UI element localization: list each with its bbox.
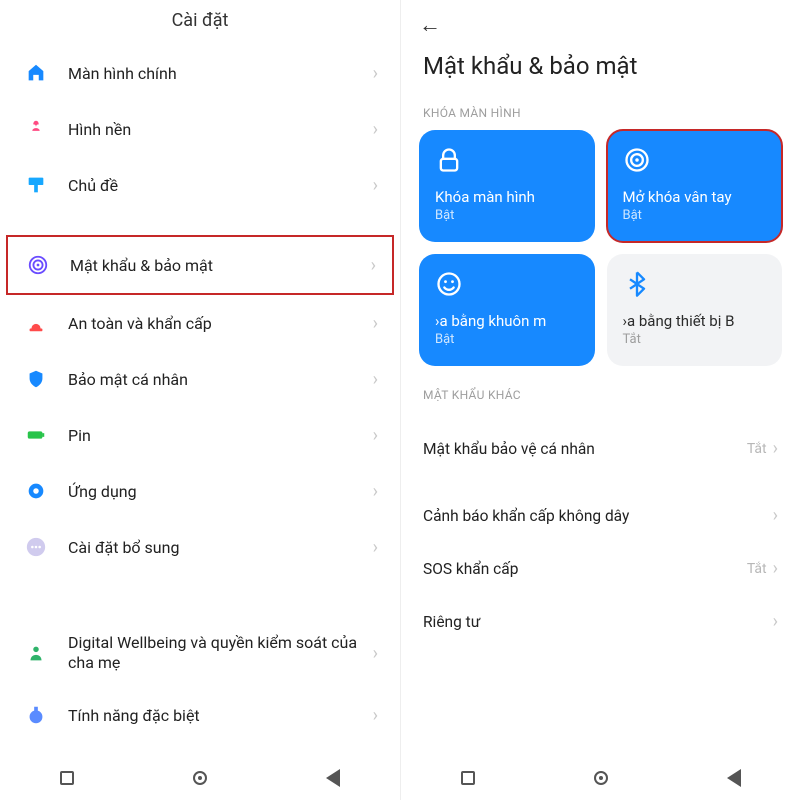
settings-item-special[interactable]: Tính năng đặc biệt › xyxy=(0,687,400,743)
chevron-right-icon: › xyxy=(373,119,378,140)
fingerprint-icon xyxy=(24,251,52,279)
settings-item-password-security[interactable]: Mật khẩu & bảo mật › xyxy=(6,235,394,295)
tile-fingerprint-unlock[interactable]: Mở khóa vân tay Bật xyxy=(607,130,783,242)
settings-list: Màn hình chính › Hình nền › Chủ đề › Mật… xyxy=(0,45,400,756)
fingerprint-ring-icon xyxy=(623,146,651,174)
nav-recent-button[interactable] xyxy=(458,768,478,788)
android-nav-bar xyxy=(401,756,800,800)
chevron-right-icon: › xyxy=(373,481,378,502)
settings-item-label: Ứng dụng xyxy=(68,482,373,501)
nav-back-button[interactable] xyxy=(724,768,744,788)
chevron-right-icon: › xyxy=(373,537,378,558)
settings-item-additional[interactable]: Cài đặt bổ sung › xyxy=(0,519,400,575)
brush-icon xyxy=(22,171,50,199)
tile-face-unlock[interactable]: ›a bằng khuôn m Bật xyxy=(419,254,595,366)
section-screen-lock-label: KHÓA MÀN HÌNH xyxy=(401,98,800,130)
shield-icon xyxy=(22,365,50,393)
siren-icon xyxy=(22,309,50,337)
flower-icon xyxy=(22,115,50,143)
chevron-right-icon: › xyxy=(373,425,378,446)
row-label: Riêng tư xyxy=(423,613,767,631)
settings-item-label: Mật khẩu & bảo mật xyxy=(70,256,371,275)
potion-icon xyxy=(22,701,50,729)
row-privacy-password[interactable]: Mật khẩu bảo vệ cá nhân Tắt › xyxy=(401,422,800,475)
tile-title: Mở khóa vân tay xyxy=(623,188,767,206)
settings-item-label: Màn hình chính xyxy=(68,64,373,83)
settings-title: Cài đặt xyxy=(0,0,400,45)
back-button[interactable]: ← xyxy=(419,13,441,38)
nav-home-button[interactable] xyxy=(190,768,210,788)
chevron-right-icon: › xyxy=(373,175,378,196)
lock-tiles: Khóa màn hình Bật Mở khóa vân tay Bật ›a… xyxy=(401,130,800,366)
row-sos[interactable]: SOS khẩn cấp Tắt › xyxy=(401,542,800,595)
settings-item-wallpaper[interactable]: Hình nền › xyxy=(0,101,400,157)
chevron-right-icon: › xyxy=(373,369,378,390)
row-value: Tắt xyxy=(747,441,767,457)
row-wireless-alert[interactable]: Cảnh báo khẩn cấp không dây › xyxy=(401,489,800,542)
chevron-right-icon: › xyxy=(773,438,778,459)
security-screen: ← Mật khẩu & bảo mật KHÓA MÀN HÌNH Khóa … xyxy=(400,0,800,800)
tile-status: Bật xyxy=(435,332,579,347)
face-icon xyxy=(435,270,463,298)
settings-item-label: An toàn và khẩn cấp xyxy=(68,314,373,333)
tile-status: Bật xyxy=(435,208,579,223)
settings-item-label: Bảo mật cá nhân xyxy=(68,370,373,389)
settings-item-label: Chủ đề xyxy=(68,176,373,195)
tile-screen-lock[interactable]: Khóa màn hình Bật xyxy=(419,130,595,242)
home-icon xyxy=(22,59,50,87)
chevron-right-icon: › xyxy=(373,705,378,726)
settings-item-privacy[interactable]: Bảo mật cá nhân › xyxy=(0,351,400,407)
chevron-right-icon: › xyxy=(373,313,378,334)
nav-recent-button[interactable] xyxy=(57,768,77,788)
chevron-right-icon: › xyxy=(773,505,778,526)
settings-item-wellbeing[interactable]: Digital Wellbeing và quyền kiểm soát của… xyxy=(0,619,400,687)
settings-item-label: Pin xyxy=(68,426,373,445)
nav-back-button[interactable] xyxy=(323,768,343,788)
chevron-right-icon: › xyxy=(373,63,378,84)
battery-icon xyxy=(22,421,50,449)
row-label: Cảnh báo khẩn cấp không dây xyxy=(423,507,767,525)
tile-status: Tắt xyxy=(623,332,767,347)
settings-item-label: Cài đặt bổ sung xyxy=(68,538,373,557)
settings-item-label: Hình nền xyxy=(68,120,373,139)
chevron-right-icon: › xyxy=(373,643,378,664)
gear-icon xyxy=(22,477,50,505)
android-nav-bar xyxy=(0,756,400,800)
chevron-right-icon: › xyxy=(773,611,778,632)
nav-home-button[interactable] xyxy=(591,768,611,788)
tile-status: Bật xyxy=(623,208,767,223)
security-rows: Mật khẩu bảo vệ cá nhân Tắt › Cảnh báo k… xyxy=(401,412,800,648)
row-value: Tắt xyxy=(747,561,767,577)
settings-item-safety-emergency[interactable]: An toàn và khẩn cấp › xyxy=(0,295,400,351)
settings-item-apps[interactable]: Ứng dụng › xyxy=(0,463,400,519)
settings-screen: Cài đặt Màn hình chính › Hình nền › Chủ … xyxy=(0,0,400,800)
tile-title: Khóa màn hình xyxy=(435,188,579,206)
settings-item-battery[interactable]: Pin › xyxy=(0,407,400,463)
lock-icon xyxy=(435,146,463,174)
chevron-right-icon: › xyxy=(371,255,376,276)
tile-title: ›a bằng khuôn m xyxy=(435,312,579,330)
row-label: SOS khẩn cấp xyxy=(423,560,747,578)
settings-item-label: Tính năng đặc biệt xyxy=(68,706,373,725)
section-other-passwords-label: MẬT KHẨU KHÁC xyxy=(401,380,800,412)
page-title: Mật khẩu & bảo mật xyxy=(401,40,800,98)
row-private[interactable]: Riêng tư › xyxy=(401,595,800,648)
dots-icon xyxy=(22,533,50,561)
settings-item-themes[interactable]: Chủ đề › xyxy=(0,157,400,213)
tile-bluetooth-unlock[interactable]: ›a bằng thiết bị B Tắt xyxy=(607,254,783,366)
wellbeing-icon xyxy=(22,639,50,667)
chevron-right-icon: › xyxy=(773,558,778,579)
row-label: Mật khẩu bảo vệ cá nhân xyxy=(423,440,747,458)
tile-title: ›a bằng thiết bị B xyxy=(623,312,767,330)
bluetooth-icon xyxy=(623,270,651,298)
settings-item-label: Digital Wellbeing và quyền kiểm soát của… xyxy=(68,633,373,673)
settings-item-home[interactable]: Màn hình chính › xyxy=(0,45,400,101)
